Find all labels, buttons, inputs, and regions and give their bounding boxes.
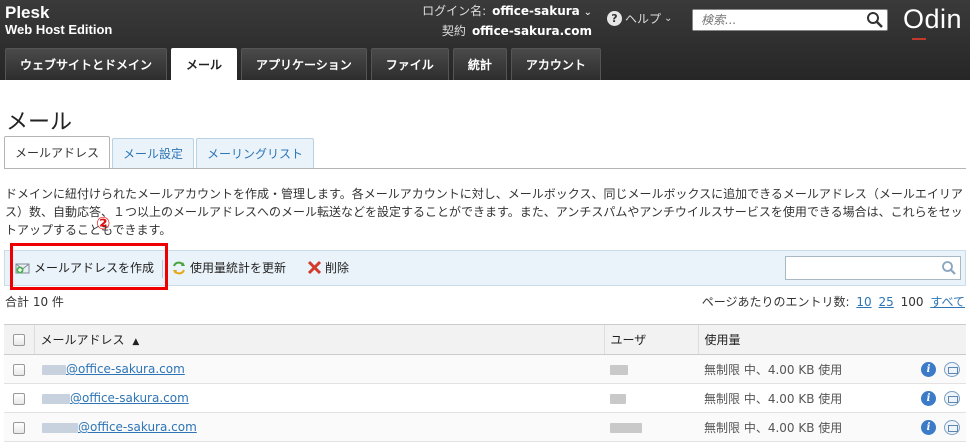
help-label: ヘルプ [625, 12, 662, 26]
login-info: ログイン名: office-sakura ⌄ 契約 office-sakura.co… [422, 2, 592, 41]
email-link[interactable]: @office-sakura.com [42, 362, 185, 376]
total-count: 合計 10 件 [5, 295, 64, 309]
top-header: Plesk Web Host Edition ログイン名: office-saku… [0, 0, 970, 80]
info-icon[interactable]: i [921, 361, 936, 377]
help-icon: ? [607, 11, 622, 26]
sort-ascending-icon: ▲ [132, 337, 140, 347]
list-search [785, 256, 961, 280]
email-column-header[interactable]: メールアドレス ▲ [33, 324, 604, 355]
page-description: ドメインに紐付けられたメールアカウントを作成・管理します。各メールアカウントに対… [5, 187, 963, 237]
subtab-mail-settings[interactable]: メール設定 [112, 138, 195, 168]
row-checkbox[interactable] [13, 421, 25, 434]
brand[interactable]: Plesk Web Host Edition [5, 3, 113, 38]
subtab-mailing-lists[interactable]: メーリングリスト [196, 138, 315, 168]
row-checkbox[interactable] [13, 363, 25, 376]
sub-tabs: メールアドレス メール設定 メーリングリスト [4, 136, 315, 168]
actions-column-header [910, 324, 966, 355]
tab-statistics[interactable]: 統計 [452, 48, 507, 80]
redacted-name [42, 364, 66, 375]
select-all-checkbox[interactable] [12, 334, 25, 346]
search-icon[interactable] [865, 11, 885, 29]
usage-cell: 無制限 中、4.00 KB 使用 [698, 412, 910, 442]
main-nav-tabs: ウェブサイトとドメイン メール アプリケーション ファイル 統計 アカウント [5, 48, 601, 80]
delete-button[interactable]: 削除 [307, 259, 349, 276]
contract-label: 契約 [441, 24, 466, 38]
per-page-25[interactable]: 25 [878, 295, 893, 309]
per-page-all[interactable]: すべて [930, 295, 965, 309]
redacted-user [610, 364, 628, 375]
annotation-step-number: ② [96, 214, 111, 234]
chevron-down-icon[interactable]: ⌄ [584, 7, 592, 18]
row-checkbox[interactable] [13, 392, 25, 405]
info-icon[interactable]: i [921, 419, 936, 435]
usage-cell: 無制限 中、4.00 KB 使用 [698, 354, 910, 384]
webmail-icon[interactable] [944, 361, 960, 377]
login-label: ログイン名: [422, 4, 487, 18]
logo-accent [912, 38, 926, 40]
per-page-current: 100 [900, 295, 924, 309]
per-page-label: ページあたりのエントリ数: [701, 295, 850, 309]
list-search-input[interactable] [786, 257, 934, 279]
brand-edition: Web Host Edition [5, 22, 113, 37]
tab-account[interactable]: アカウント [510, 48, 601, 80]
brand-name: Plesk [5, 3, 50, 22]
table-row: @office-sakura.com 無制限 中、4.00 KB 使用 i [4, 383, 966, 413]
odin-logo: Odin [903, 4, 962, 40]
refresh-usage-label: 使用量統計を更新 [190, 261, 287, 275]
redacted-user [610, 393, 626, 404]
tab-files[interactable]: ファイル [370, 48, 449, 80]
refresh-icon [173, 261, 185, 274]
email-link[interactable]: @office-sakura.com [42, 391, 189, 405]
user-column-header[interactable]: ユーザ [603, 324, 698, 355]
email-table: メールアドレス ▲ ユーザ 使用量 @office-sakura.com 無制限… [4, 324, 966, 442]
help-menu[interactable]: ? ヘルプ ⌄ [607, 10, 672, 27]
table-row: @office-sakura.com 無制限 中、4.00 KB 使用 i [4, 354, 966, 384]
info-icon[interactable]: i [921, 390, 936, 406]
tab-applications[interactable]: アプリケーション [241, 48, 367, 80]
email-link[interactable]: @office-sakura.com [42, 420, 197, 434]
search-icon[interactable] [941, 260, 957, 276]
global-search-input[interactable] [693, 10, 858, 30]
contract-value: office-sakura.com [471, 24, 592, 38]
login-user[interactable]: office-sakura [492, 4, 580, 18]
select-all-cell [4, 324, 34, 355]
chevron-down-icon: ⌄ [664, 13, 673, 24]
highlight-box [10, 243, 168, 290]
page-title: メール [6, 110, 73, 135]
entries-per-page: ページあたりのエントリ数: 10 25 100 すべて [702, 293, 965, 310]
subtab-email-addresses[interactable]: メールアドレス [4, 136, 111, 168]
table-row: @office-sakura.com 無制限 中、4.00 KB 使用 i [4, 412, 966, 442]
delete-label: 削除 [325, 261, 350, 275]
refresh-usage-button[interactable]: 使用量統計を更新 [171, 259, 286, 276]
redacted-name [42, 393, 70, 404]
tab-mail[interactable]: メール [171, 48, 238, 80]
table-header-row: メールアドレス ▲ ユーザ 使用量 [4, 324, 966, 355]
usage-column-header[interactable]: 使用量 [697, 324, 910, 355]
redacted-user [610, 422, 642, 433]
global-search [692, 9, 888, 31]
usage-cell: 無制限 中、4.00 KB 使用 [698, 383, 910, 413]
webmail-icon[interactable] [944, 419, 960, 435]
delete-icon [307, 260, 322, 275]
tab-websites-domains[interactable]: ウェブサイトとドメイン [5, 48, 168, 80]
per-page-10[interactable]: 10 [856, 295, 871, 309]
subtabs-divider [4, 168, 966, 169]
webmail-icon[interactable] [944, 390, 960, 406]
redacted-name [42, 422, 78, 433]
